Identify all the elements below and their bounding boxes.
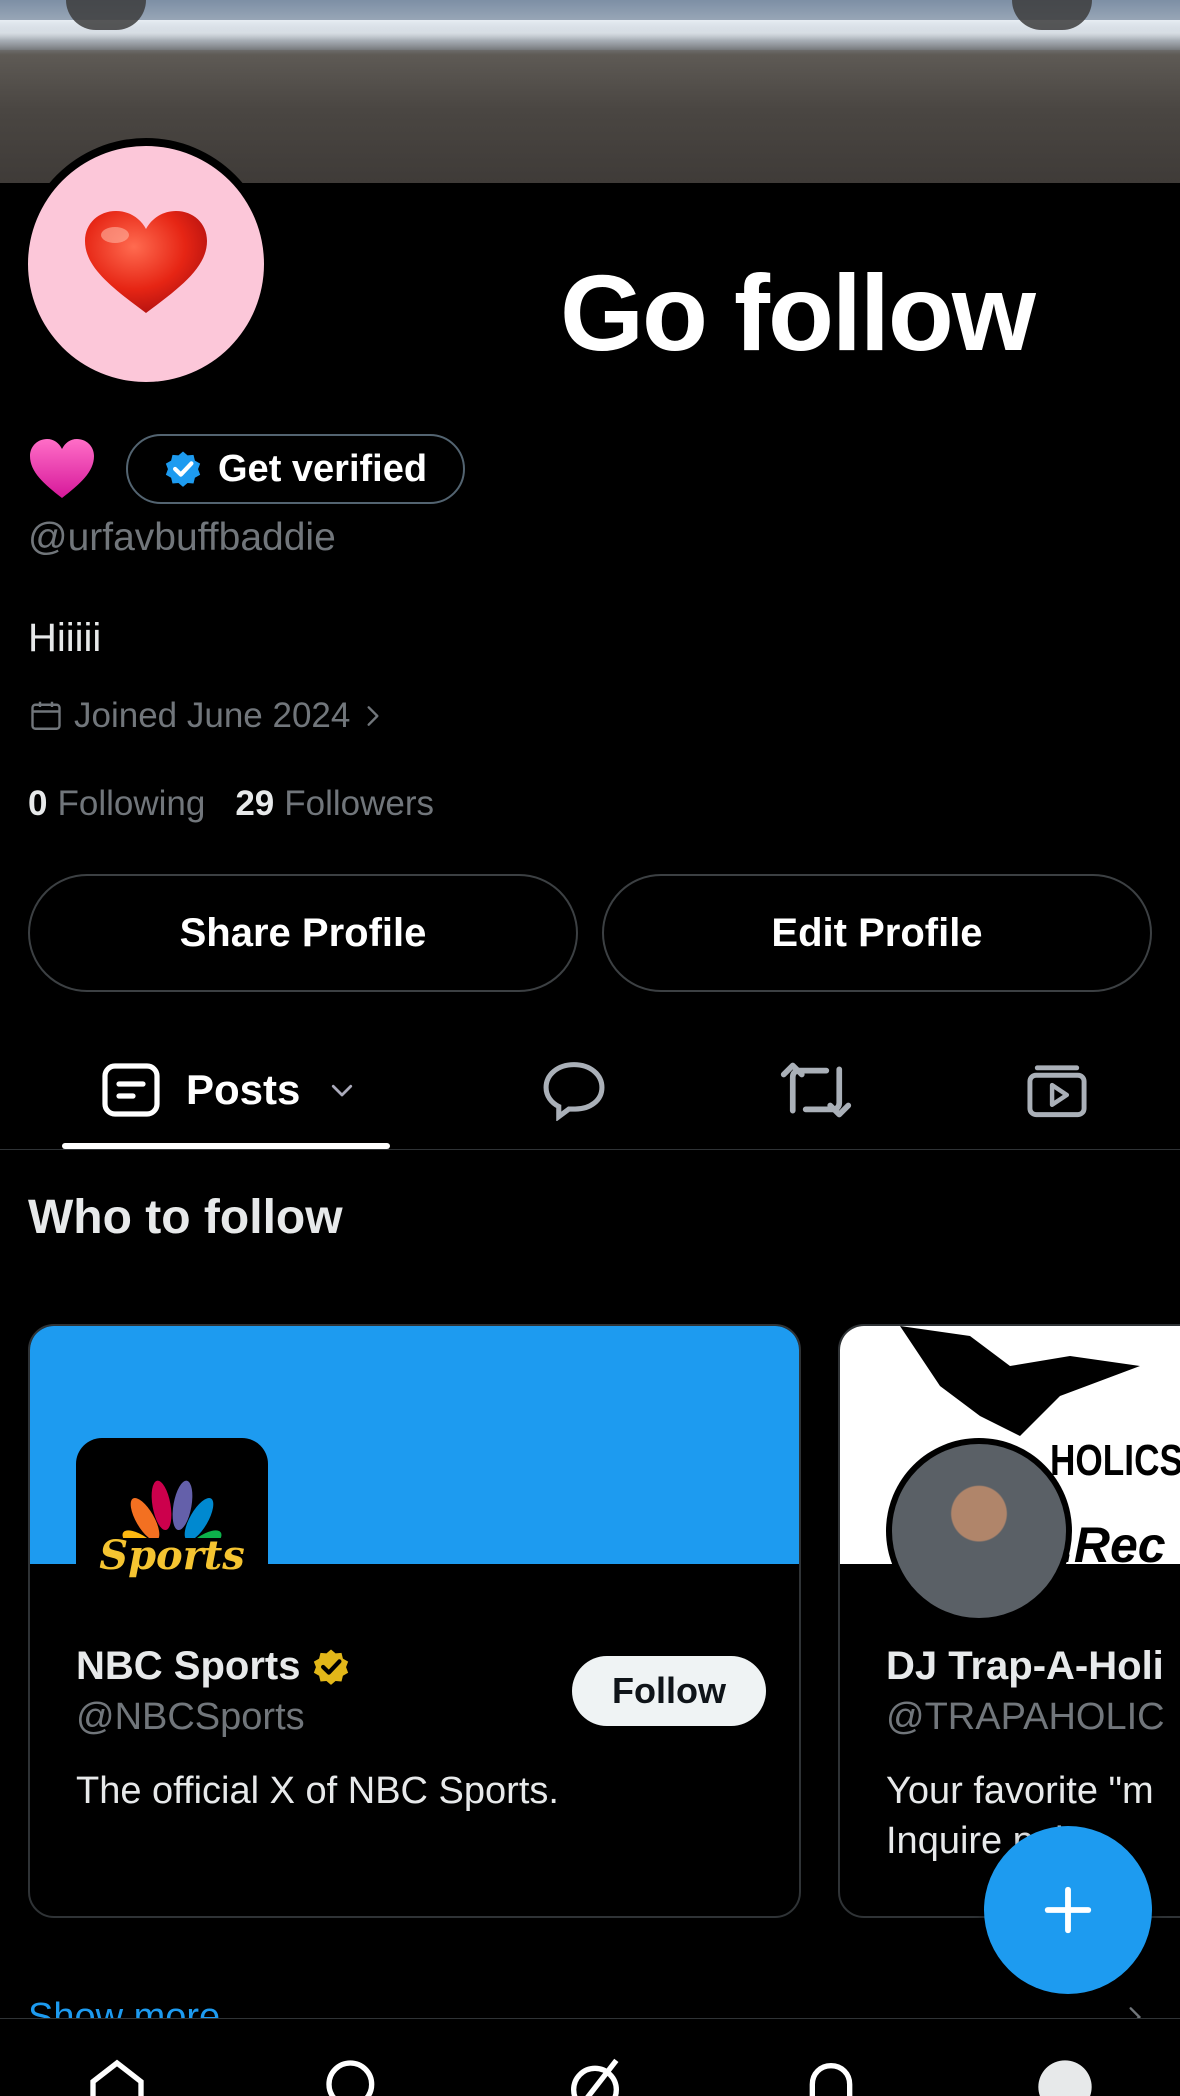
name-row: Get verified	[28, 434, 466, 504]
card-name: NBC Sports	[76, 1644, 352, 1689]
compose-post-button[interactable]	[984, 1826, 1152, 1994]
card-name: DJ Trap-A-Holi	[886, 1644, 1164, 1688]
profile-handle: @urfavbuffbaddie	[28, 516, 336, 559]
get-verified-button[interactable]: Get verified	[126, 434, 466, 504]
posts-icon	[102, 1063, 160, 1117]
nav-grok[interactable]	[560, 2055, 630, 2096]
banner-text: Go follow	[560, 252, 1036, 373]
share-profile-button[interactable]: Share Profile	[28, 874, 578, 992]
card-handle: @NBCSports	[76, 1696, 305, 1738]
tab-media[interactable]	[1024, 1050, 1090, 1130]
reposts-icon	[780, 1062, 852, 1118]
calendar-icon	[31, 701, 61, 730]
dj-banner-text: HOLICS	[1050, 1436, 1180, 1485]
profile-tabs: Posts	[0, 1030, 1180, 1150]
tab-posts[interactable]: Posts	[100, 1050, 360, 1130]
verified-badge-icon	[165, 451, 201, 487]
profile-bio: Hiiiii	[28, 616, 102, 660]
joined-label: Joined June 2024	[74, 696, 351, 735]
chevron-down-icon	[332, 1084, 353, 1097]
plus-icon	[1044, 1886, 1092, 1934]
heart-icon	[85, 211, 207, 313]
who-to-follow-title: Who to follow	[28, 1191, 343, 1244]
following-link[interactable]: 0 Following	[28, 784, 205, 824]
avatar[interactable]	[20, 138, 272, 390]
peacock-icon	[122, 1480, 222, 1538]
tab-posts-label: Posts	[186, 1066, 301, 1113]
pink-heart-emoji	[30, 439, 94, 498]
search-icon	[326, 2060, 375, 2096]
grok-icon	[571, 2058, 619, 2096]
nbc-logo-text: Sports	[99, 1531, 245, 1579]
suggestion-card-dj-trap-a-holic[interactable]: HOLICS .Rec DJ Trap-A-Holi @TRAPAHOLIC Y…	[838, 1324, 1180, 1918]
nav-profile[interactable]	[1030, 2055, 1100, 2096]
tab-replies[interactable]	[536, 1050, 612, 1130]
bell-icon	[809, 2062, 853, 2096]
get-verified-label: Get verified	[218, 447, 428, 490]
joined-date[interactable]: Joined June 2024	[28, 696, 386, 736]
profile-avatar-icon	[1038, 2060, 1092, 2096]
tab-reposts[interactable]	[776, 1050, 856, 1130]
avatar	[886, 1438, 1072, 1624]
dj-banner-text-2: .Rec	[1060, 1517, 1166, 1573]
media-icon	[1027, 1065, 1087, 1118]
card-description: The official X of NBC Sports.	[76, 1770, 559, 1812]
banner-wave	[0, 20, 1180, 50]
nbc-sports-logo: Sports	[76, 1438, 268, 1618]
replies-icon	[543, 1062, 605, 1121]
chevron-right-icon	[367, 706, 379, 726]
active-tab-indicator	[62, 1143, 390, 1149]
follow-button[interactable]: Follow	[572, 1656, 766, 1726]
home-icon	[90, 2059, 144, 2096]
follow-stats: 0 Following 29 Followers	[28, 784, 434, 824]
verified-gold-badge-icon	[314, 1649, 349, 1685]
bottom-navigation	[0, 2018, 1180, 2096]
avatar-image	[28, 146, 264, 382]
edit-profile-button[interactable]: Edit Profile	[602, 874, 1152, 992]
nav-notifications[interactable]	[796, 2055, 866, 2096]
card-handle: @TRAPAHOLIC	[886, 1696, 1165, 1738]
suggestion-card-nbc-sports[interactable]: Sports NBC Sports @NBCSports The officia…	[28, 1324, 801, 1918]
followers-link[interactable]: 29 Followers	[235, 784, 434, 824]
nav-search[interactable]	[318, 2055, 388, 2096]
nav-home[interactable]	[82, 2055, 152, 2096]
